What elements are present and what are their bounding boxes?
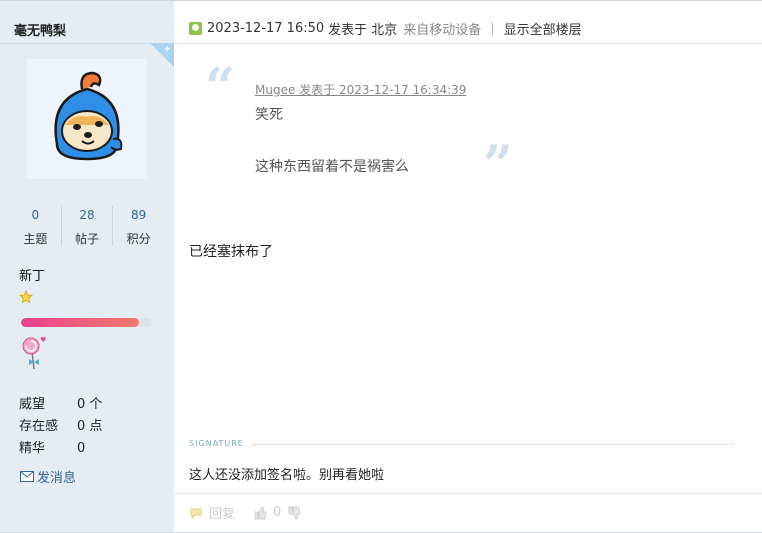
show-all-floors-link[interactable]: 显示全部楼层 [504,19,582,38]
level-progress-fill [21,318,139,327]
header-divider: | [490,20,495,36]
stat-value: 28 [79,208,95,222]
user-info: 威望 0 个 存在感 0 点 精华 0 [19,394,102,460]
user-sidebar: 毫无鸭梨 ✦ 0 主题 28 帖子 89 积分 新丁 ♥ 威望 0 个 存在感 … [0,1,174,532]
stat-label: 帖子 [75,232,100,246]
post-actions: 回复 0 [189,503,301,522]
avatar[interactable] [27,59,147,179]
stat-value: 89 [131,208,147,222]
like-count: 0 [273,505,282,520]
user-rank[interactable]: 新丁 [19,265,45,284]
send-message-label: 发消息 [37,471,77,486]
info-value: 0 个 [77,397,103,412]
svg-text:♥: ♥ [40,336,46,344]
close-quote-icon: ” [483,135,513,196]
open-quote-icon: “ [205,57,235,118]
online-corner-icon: ✦ [150,43,174,67]
doge-hood-avatar-icon [27,59,147,179]
divider [174,43,762,44]
info-value: 0 [77,441,86,456]
quote-text: 这种东西留着不是祸害么 [255,159,409,175]
star-icon [19,290,33,308]
post-source[interactable]: 来自移动设备 [403,19,481,38]
user-stats: 0 主题 28 帖子 89 积分 [10,206,164,246]
post-location: 北京 [371,22,398,38]
thumbs-up-icon[interactable] [253,505,267,520]
stat-points[interactable]: 89 积分 [113,206,164,246]
quote-text: 笑死 [255,107,283,123]
stat-value: 0 [31,208,40,222]
user-status-icon [189,21,202,35]
divider [174,493,762,494]
stat-threads[interactable]: 0 主题 [10,206,62,246]
forum-post: 毫无鸭梨 ✦ 0 主题 28 帖子 89 积分 新丁 ♥ 威望 0 个 存在感 … [0,0,762,533]
info-digest: 精华 0 [19,438,102,460]
post-body: 已经塞抹布了 [189,244,273,260]
reply-button[interactable]: 回复 [209,503,235,522]
send-message-link[interactable]: 发消息 [20,467,76,486]
stat-posts[interactable]: 28 帖子 [62,206,114,246]
stat-label: 主题 [23,232,48,246]
info-value: 0 点 [77,419,103,434]
divider [0,43,174,44]
stat-label: 积分 [126,232,151,246]
post-datetime: 2023-12-17 16:50 [207,20,325,36]
info-presence: 存在感 0 点 [19,416,102,438]
info-key: 存在感 [19,419,59,434]
signature-divider [252,444,734,445]
reply-icon[interactable] [189,506,203,520]
info-prestige: 威望 0 个 [19,394,102,416]
quote-block: “ Mugee 发表于 2023-12-17 16:34:39 笑死 这种东西留… [205,57,525,196]
username[interactable]: 毫无鸭梨 [14,20,66,39]
signature-label: SIGNATURE [189,439,244,448]
quote-author-link[interactable]: Mugee 发表于 2023-12-17 16:34:39 [255,81,466,98]
lollipop-medal-icon[interactable]: ♥ [20,335,48,375]
posted-at-label: 发表于 [328,22,368,38]
mail-icon [20,471,34,482]
signature-text: 这人还没添加签名啦。别再看她啦 [189,468,385,483]
post-header: 2023-12-17 16:50 发表于 北京 来自移动设备 | 显示全部楼层 [189,18,582,38]
info-key: 精华 [19,441,46,456]
level-progress-bar [21,318,152,327]
info-key: 威望 [19,397,46,412]
thumbs-down-icon[interactable] [287,506,301,520]
